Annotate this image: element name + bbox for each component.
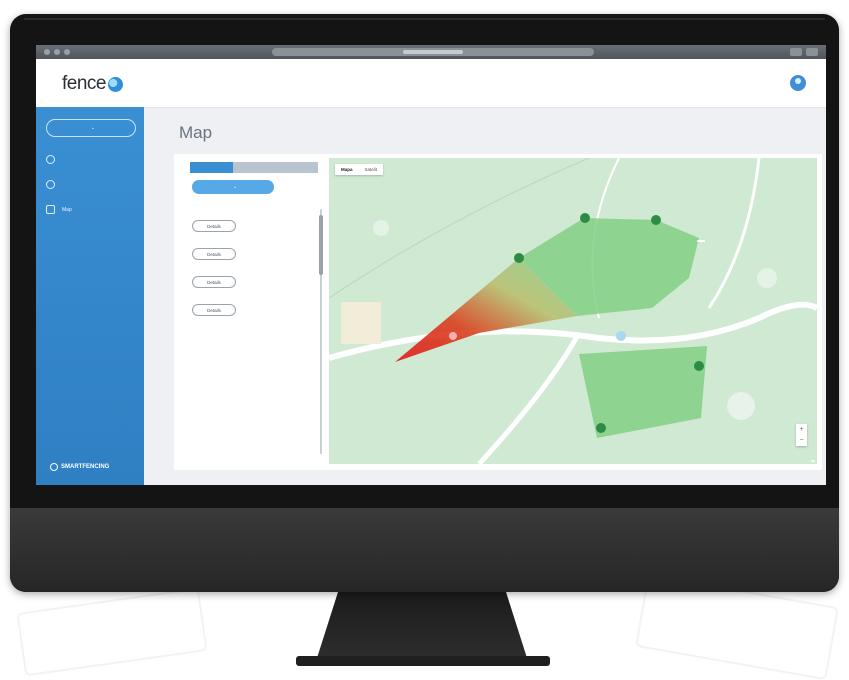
list-item: Details: [192, 216, 310, 232]
logo-text: fence: [62, 73, 106, 94]
avatar[interactable]: [790, 75, 806, 91]
map-panel: ⌄ Details Details Details Details Mapa S…: [174, 154, 822, 470]
tab-2[interactable]: [232, 162, 276, 173]
sidebar-item-map[interactable]: Map: [46, 205, 72, 214]
map-type-button[interactable]: Satelit: [359, 164, 384, 175]
item-actions: Details: [192, 248, 310, 260]
list-item: Details: [192, 272, 310, 288]
maximize-dot[interactable]: [64, 49, 70, 55]
sidebar-item-label: Map: [62, 206, 72, 213]
app-header: fence: [36, 59, 826, 108]
tab-1[interactable]: [190, 162, 233, 173]
close-dot[interactable]: [44, 49, 50, 55]
main-content: Map ⌄ Details Details Details Details Ma…: [144, 107, 826, 485]
list-tabs: [190, 162, 319, 173]
map-pin-icon: [46, 205, 55, 214]
clock-icon: [46, 155, 55, 164]
map-view[interactable]: Mapa Satelit + −: [329, 158, 817, 464]
monitor-chin: [10, 508, 839, 592]
map-marker[interactable]: [580, 213, 590, 223]
share-icon[interactable]: [790, 48, 802, 56]
map-marker[interactable]: [449, 332, 457, 340]
window-controls[interactable]: [44, 49, 70, 55]
map-marker[interactable]: [651, 215, 661, 225]
map-type-button[interactable]: Mapa: [335, 164, 359, 175]
map-marker[interactable]: [694, 361, 704, 371]
sidebar-item-2[interactable]: [46, 180, 72, 189]
tabs-icon[interactable]: [806, 48, 818, 56]
monitor-base: [296, 656, 550, 666]
details-button[interactable]: Details: [192, 304, 236, 316]
sidebar-nav: Map: [46, 155, 72, 214]
map-attribution: [811, 460, 815, 462]
zone-list: Details Details Details Details: [192, 216, 310, 316]
zoom-out-button[interactable]: −: [796, 435, 807, 446]
item-actions: Details: [192, 220, 310, 232]
logo[interactable]: fence: [62, 73, 123, 95]
item-actions: Details: [192, 304, 310, 316]
logo-mark-icon: [107, 76, 123, 92]
map-marker[interactable]: [514, 253, 524, 263]
list-item: Details: [192, 300, 310, 316]
background-outline: [16, 587, 208, 677]
url-text: [403, 50, 463, 54]
list-scrollbar[interactable]: [319, 209, 323, 454]
map-type-toggle: Mapa Satelit: [335, 164, 384, 175]
sidebar: ⌄ Map SMARTFENCING: [36, 107, 144, 485]
details-button[interactable]: Details: [192, 248, 236, 260]
bezel-highlight: [24, 18, 825, 20]
sidebar-item-1[interactable]: [46, 155, 72, 164]
map-marker[interactable]: [596, 423, 606, 433]
chevron-down-icon: ⌄: [90, 125, 96, 131]
map-field: [341, 302, 381, 344]
map-tree: [757, 268, 777, 288]
map-canvas[interactable]: [329, 158, 817, 464]
zone-list-panel: ⌄ Details Details Details Details: [182, 154, 323, 462]
browser-bar: [36, 45, 826, 59]
address-bar[interactable]: [272, 48, 594, 56]
user-menu[interactable]: [790, 75, 812, 91]
details-button[interactable]: Details: [192, 220, 236, 232]
map-tree: [727, 392, 755, 420]
brand-text: SMARTFENCING: [61, 464, 110, 470]
page-title: Map: [179, 123, 213, 142]
map-place-label: [697, 240, 705, 242]
monitor-stand: [317, 592, 527, 658]
minimize-dot[interactable]: [54, 49, 60, 55]
tab-3[interactable]: [275, 162, 319, 173]
details-button[interactable]: Details: [192, 276, 236, 288]
brand-logo-icon: [50, 463, 58, 471]
item-actions: Details: [192, 276, 310, 288]
filter-button[interactable]: ⌄: [192, 180, 274, 194]
scrollbar-thumb[interactable]: [319, 215, 323, 275]
screen: fence ⌄ Map SMARTFENCING Map ⌄ Details D…: [36, 45, 826, 485]
zoom-in-button[interactable]: +: [796, 424, 807, 435]
brand-footer: SMARTFENCING: [50, 463, 109, 471]
list-item: Details: [192, 244, 310, 260]
browser-actions: [790, 48, 818, 56]
map-tree: [373, 220, 389, 236]
map-marker[interactable]: [616, 331, 626, 341]
zoom-controls: + −: [796, 424, 807, 446]
organization-selector[interactable]: ⌄: [46, 119, 136, 137]
chevron-down-icon: ⌄: [232, 184, 238, 190]
globe-icon: [46, 180, 55, 189]
